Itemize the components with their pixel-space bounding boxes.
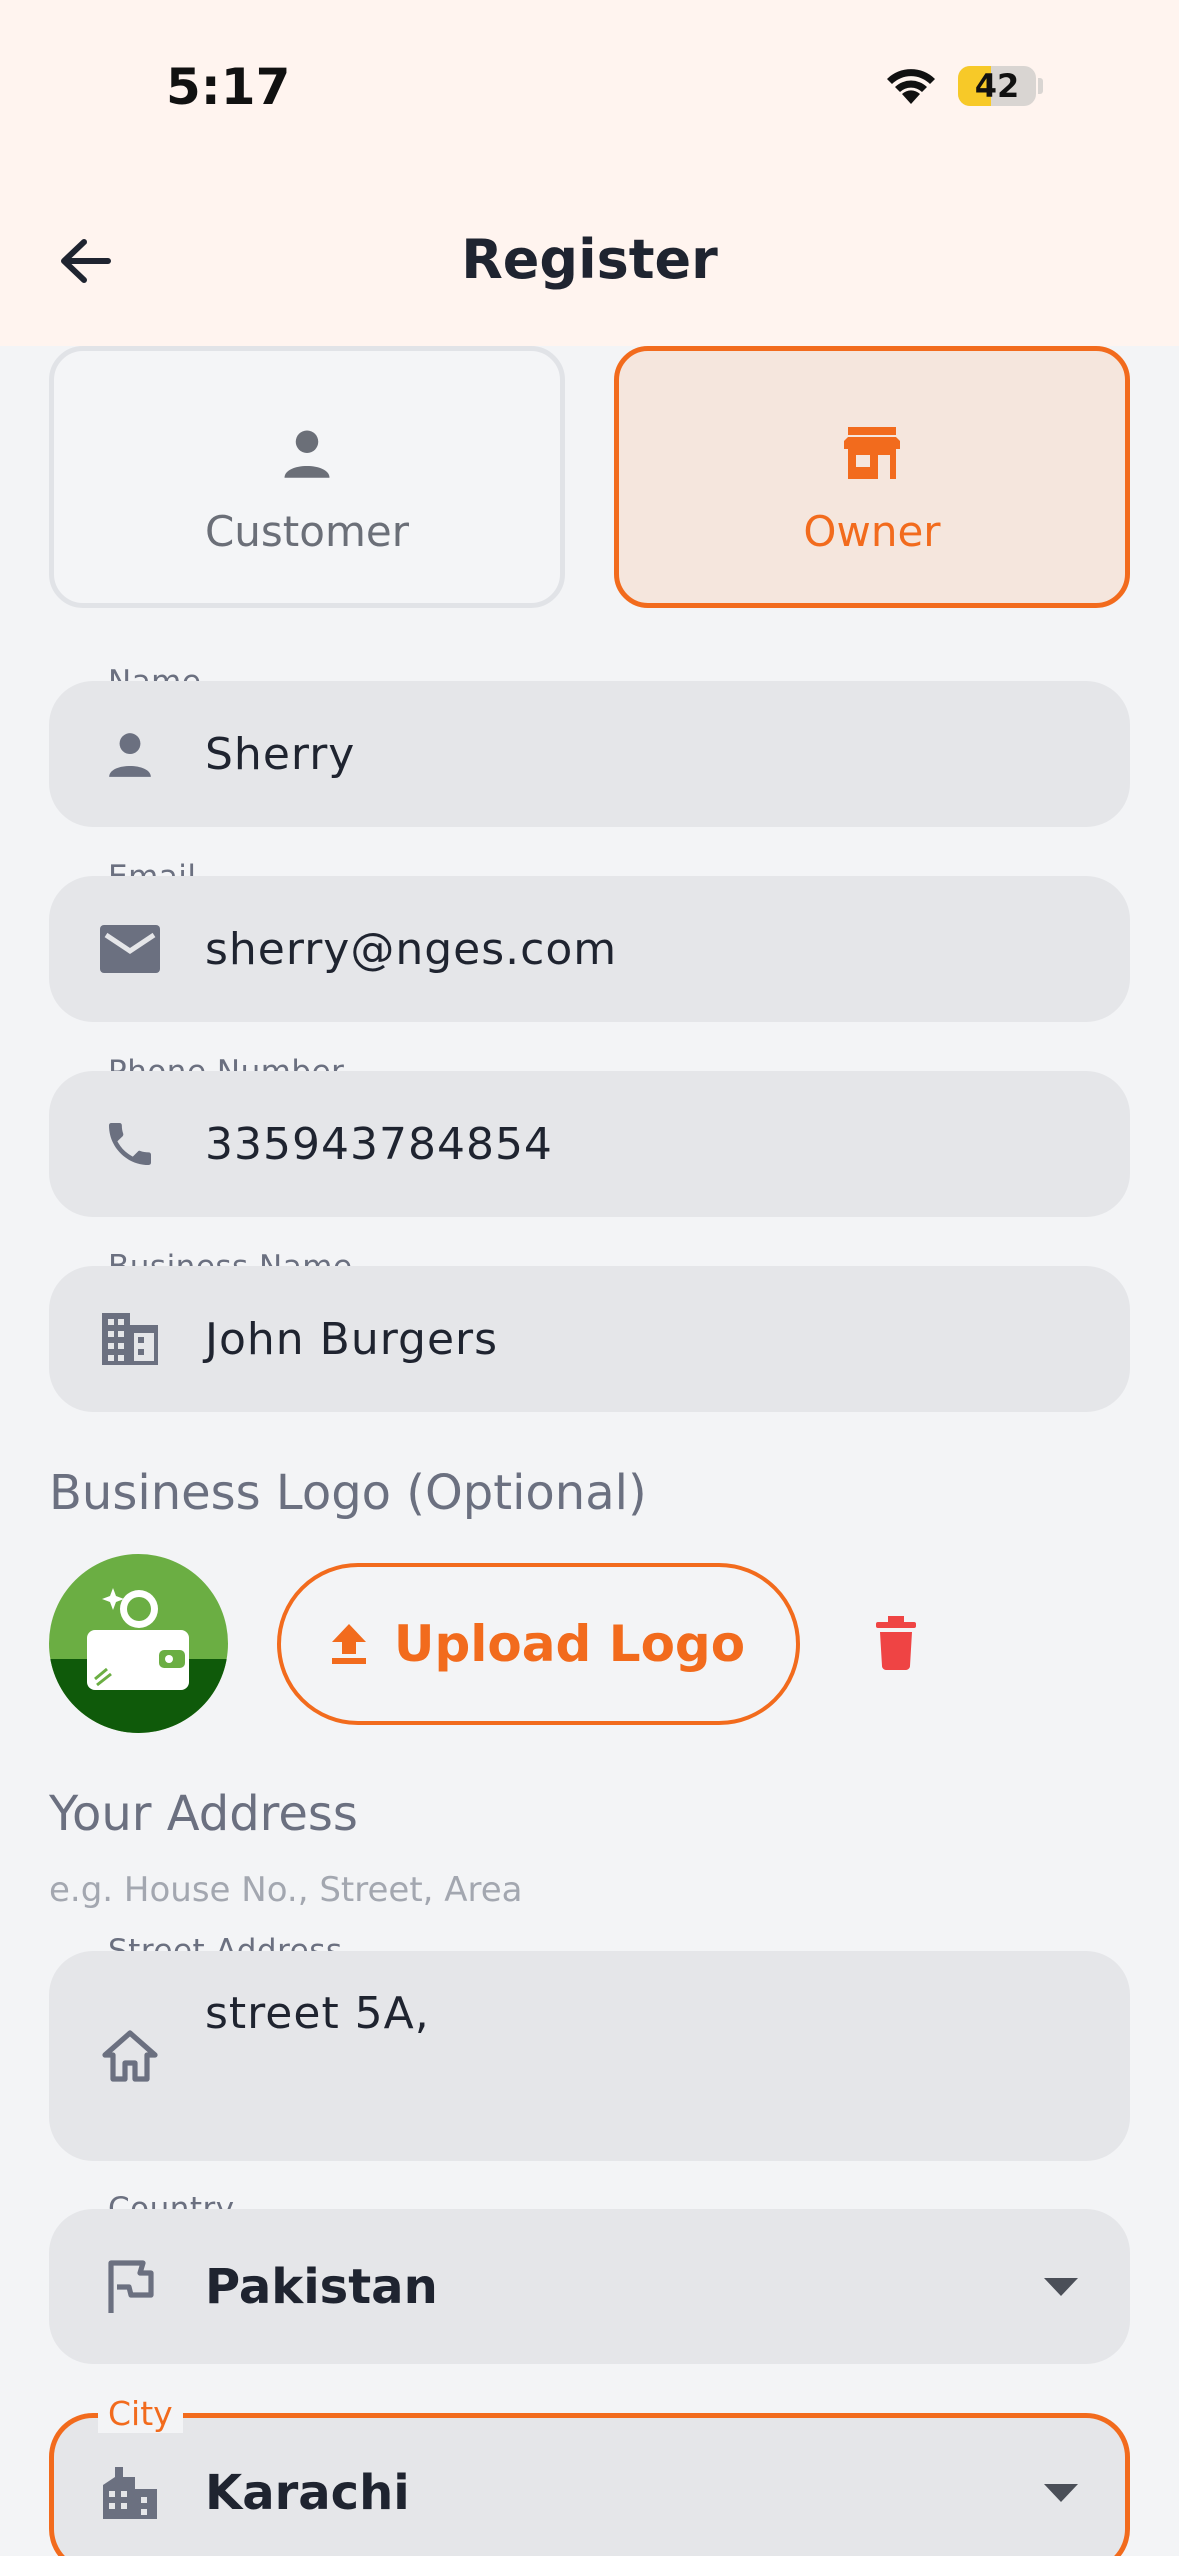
role-owner-card[interactable]: Owner <box>614 346 1130 608</box>
business-name-field[interactable]: John Burgers <box>49 1266 1130 1412</box>
address-title: Your Address <box>49 1786 358 1842</box>
upload-logo-label: Upload Logo <box>393 1615 746 1673</box>
city-dropdown[interactable]: Karachi <box>49 2413 1130 2556</box>
person-icon <box>280 421 334 485</box>
country-value: Pakistan <box>205 2258 438 2315</box>
upload-logo-button[interactable]: Upload Logo <box>277 1563 800 1725</box>
role-owner-label: Owner <box>803 506 941 556</box>
wallet-logo-icon <box>49 1554 228 1733</box>
business-logo-preview[interactable] <box>49 1554 228 1733</box>
person-icon <box>89 681 171 827</box>
battery-nub <box>1038 78 1043 94</box>
home-icon <box>89 2021 171 2091</box>
chevron-down-icon <box>1044 2418 1078 2556</box>
app-header: 5:17 42 Register <box>0 0 1179 346</box>
email-field[interactable]: sherry@nges.com <box>49 876 1130 1022</box>
city-label: City <box>98 2394 183 2433</box>
wifi-icon <box>882 62 940 110</box>
building-icon <box>89 1266 171 1412</box>
flag-icon <box>89 2209 171 2364</box>
role-customer-label: Customer <box>204 506 409 556</box>
city-icon <box>89 2418 171 2556</box>
city-value: Karachi <box>205 2465 410 2521</box>
chevron-down-icon <box>1044 2209 1078 2364</box>
page-title: Register <box>461 228 718 291</box>
email-value: sherry@nges.com <box>205 923 618 975</box>
role-customer-card[interactable]: Customer <box>49 346 565 608</box>
phone-field[interactable]: 335943784854 <box>49 1071 1130 1217</box>
phone-icon <box>89 1071 171 1217</box>
name-value: Sherry <box>205 728 356 780</box>
battery-indicator: 42 <box>958 66 1036 106</box>
upload-icon <box>331 1624 366 1664</box>
street-address-field[interactable]: street 5A, <box>49 1951 1130 2161</box>
status-time: 5:17 <box>166 58 291 116</box>
name-field[interactable]: Sherry <box>49 681 1130 827</box>
address-hint: e.g. House No., Street, Area <box>49 1870 523 1910</box>
business-logo-title: Business Logo (Optional) <box>49 1465 647 1521</box>
store-icon <box>842 421 902 485</box>
street-address-value: street 5A, <box>205 1987 430 2039</box>
country-dropdown[interactable]: Pakistan <box>49 2209 1130 2364</box>
battery-level: 42 <box>974 67 1020 105</box>
mail-icon <box>89 876 171 1022</box>
trash-icon <box>876 1616 916 1670</box>
delete-logo-button[interactable] <box>866 1608 926 1678</box>
phone-value: 335943784854 <box>205 1118 553 1170</box>
business-name-value: John Burgers <box>205 1313 499 1365</box>
